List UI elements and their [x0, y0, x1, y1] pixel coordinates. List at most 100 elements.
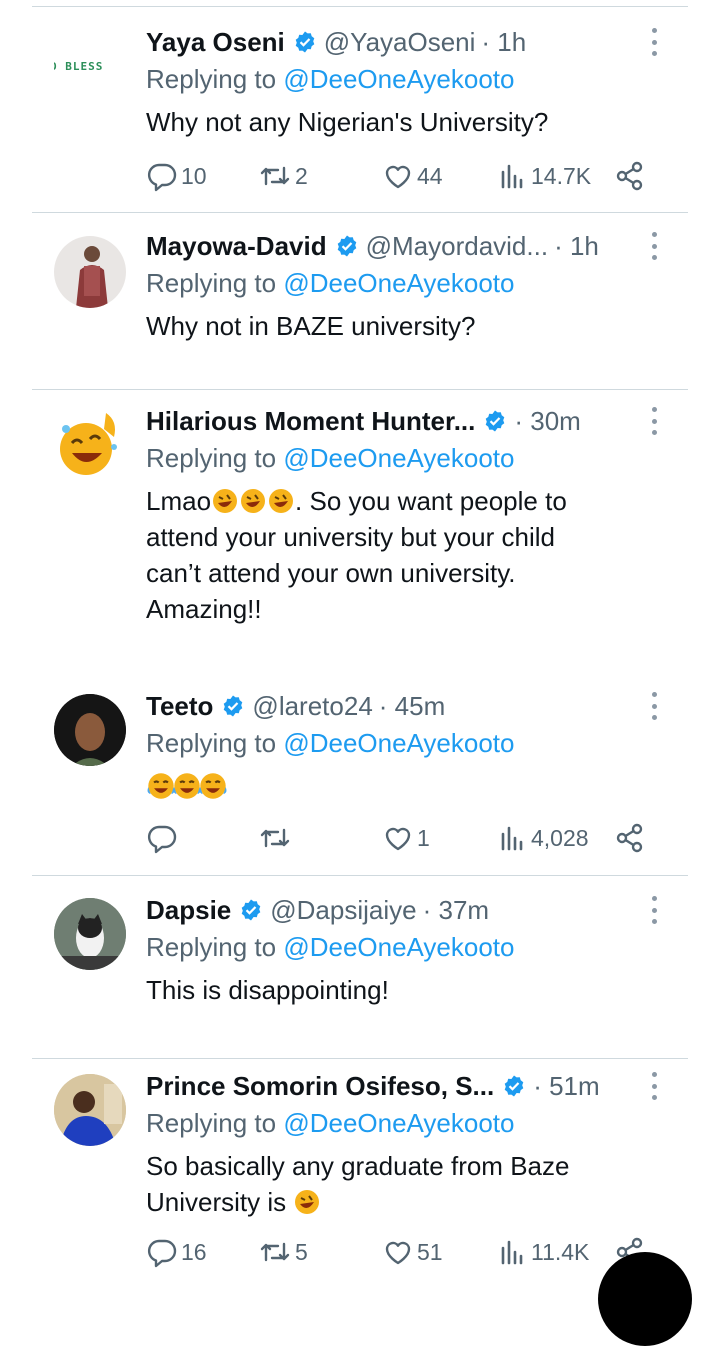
avatar[interactable] — [54, 1074, 126, 1146]
reply-icon — [147, 825, 177, 854]
avatar[interactable] — [54, 236, 126, 308]
like-button[interactable]: 44 — [382, 158, 443, 194]
views-icon — [501, 826, 523, 851]
repost-count: 2 — [295, 162, 308, 189]
author-handle[interactable]: @Dapsijaiye — [270, 895, 416, 926]
reply-icon — [147, 163, 177, 192]
repost-button[interactable]: 5 — [258, 1234, 308, 1270]
tweet-dapsie[interactable]: Dapsie @Dapsijaiye · 37m Replying to @De… — [0, 892, 720, 1058]
more-options-icon[interactable] — [646, 28, 662, 56]
views-icon — [501, 1240, 523, 1265]
author-handle[interactable]: @Mayordavid... — [366, 231, 548, 262]
share-button[interactable] — [614, 158, 646, 194]
tweet-text — [146, 770, 626, 806]
reply-count: 10 — [181, 162, 207, 189]
mention-link[interactable]: @DeeOneAyekooto — [283, 268, 514, 298]
repost-button[interactable] — [258, 820, 292, 856]
repost-icon — [260, 166, 290, 186]
avatar[interactable]: D BLESS — [54, 32, 126, 104]
top-divider — [32, 6, 688, 7]
avatar-logo-text: D BLESS — [54, 60, 104, 73]
author-name[interactable]: Dapsie — [146, 895, 231, 926]
reply-button[interactable]: 10 — [146, 158, 207, 194]
tweet-prince-somorin-osifeso[interactable]: Prince Somorin Osifeso, S... · 51m Reply… — [0, 1068, 720, 1286]
share-icon — [616, 823, 643, 853]
timestamp[interactable]: · 37m — [423, 895, 489, 926]
view-count: 11.4K — [531, 1238, 590, 1265]
timestamp[interactable]: · 30m — [514, 406, 580, 437]
verified-badge-icon — [504, 1075, 524, 1097]
author-handle[interactable]: @YayaOseni — [324, 27, 476, 58]
like-icon — [385, 165, 411, 189]
mention-link[interactable]: @DeeOneAyekooto — [283, 1108, 514, 1138]
tweet-yaya-oseni[interactable]: D BLESS Yaya Oseni @YayaOseni · 1h Reply… — [0, 24, 720, 214]
tweet-text: Why not any Nigerian's University? — [146, 107, 549, 137]
more-options-icon[interactable] — [646, 692, 662, 720]
timestamp[interactable]: · 1h — [554, 231, 599, 262]
share-button[interactable] — [614, 820, 646, 856]
mention-link[interactable]: @DeeOneAyekooto — [283, 728, 514, 758]
repost-icon — [260, 1242, 290, 1262]
divider — [32, 1058, 688, 1059]
more-options-icon[interactable] — [646, 896, 662, 924]
tears-of-joy-emoji — [199, 773, 227, 799]
tweet-mayowa-david[interactable]: Mayowa-David @Mayordavid... · 1h Replyin… — [0, 228, 720, 388]
timestamp[interactable]: · 51m — [533, 1071, 599, 1102]
verified-badge-icon — [486, 410, 505, 432]
rolling-laughing-emoji — [295, 1190, 320, 1214]
floating-action-button[interactable] — [598, 1252, 692, 1346]
repost-count: 5 — [295, 1238, 308, 1265]
tweet-teeto[interactable]: Teeto @lareto24 · 45m Replying to @DeeOn… — [0, 688, 720, 874]
verified-badge-icon — [241, 899, 261, 921]
more-options-icon[interactable] — [646, 232, 662, 260]
action-bar: 16 5 51 11.4K — [146, 1234, 656, 1270]
verified-badge-icon — [337, 235, 356, 257]
avatar[interactable] — [54, 694, 126, 766]
mention-link[interactable]: @DeeOneAyekooto — [283, 64, 514, 94]
replying-to: Replying to @DeeOneAyekooto — [146, 1108, 515, 1138]
views-icon — [501, 164, 523, 189]
share-icon — [616, 161, 643, 191]
more-options-icon[interactable] — [646, 407, 662, 435]
author-name[interactable]: Yaya Oseni — [146, 27, 285, 58]
like-count: 51 — [417, 1238, 443, 1265]
rolling-laughing-emoji — [213, 489, 238, 513]
verified-badge-icon — [224, 695, 243, 717]
replying-to: Replying to @DeeOneAyekooto — [146, 728, 515, 758]
tweet-text: So basically any graduate from Baze Univ… — [146, 1151, 570, 1217]
mention-link[interactable]: @DeeOneAyekooto — [283, 443, 514, 473]
view-count: 14.7K — [531, 162, 592, 189]
views-button[interactable]: 11.4K — [498, 1234, 589, 1270]
author-name[interactable]: Mayowa-David — [146, 231, 327, 262]
reply-button[interactable] — [146, 820, 178, 856]
action-bar: 10 2 44 14.7K — [146, 158, 656, 194]
reply-icon — [147, 1239, 177, 1268]
author-name[interactable]: Teeto — [146, 691, 213, 722]
like-button[interactable]: 1 — [382, 820, 430, 856]
like-count: 44 — [417, 162, 443, 189]
divider — [32, 212, 688, 213]
author-handle[interactable]: @lareto24 — [252, 691, 372, 722]
rolling-laughing-emoji — [269, 489, 294, 513]
replying-to: Replying to @DeeOneAyekooto — [146, 64, 515, 94]
tweet-hilarious-moment-hunter[interactable]: Hilarious Moment Hunter... · 30m Replyin… — [0, 403, 720, 673]
views-button[interactable]: 4,028 — [498, 820, 589, 856]
author-name[interactable]: Prince Somorin Osifeso, S... — [146, 1071, 494, 1102]
timestamp[interactable]: · 45m — [379, 691, 445, 722]
like-button[interactable]: 51 — [382, 1234, 443, 1270]
author-name[interactable]: Hilarious Moment Hunter... — [146, 406, 475, 437]
replying-to: Replying to @DeeOneAyekooto — [146, 268, 515, 298]
views-button[interactable]: 14.7K — [498, 158, 591, 194]
avatar[interactable] — [54, 898, 126, 970]
avatar[interactable] — [54, 407, 126, 479]
like-icon — [385, 827, 411, 851]
action-bar: 1 4,028 — [146, 820, 656, 856]
verified-badge-icon — [295, 31, 315, 53]
repost-button[interactable]: 2 — [258, 158, 308, 194]
tweet-text: This is disappointing! — [146, 975, 389, 1005]
reply-button[interactable]: 16 — [146, 1234, 207, 1270]
more-options-icon[interactable] — [646, 1072, 662, 1100]
timestamp[interactable]: · 1h — [481, 27, 526, 58]
repost-icon — [260, 828, 290, 848]
mention-link[interactable]: @DeeOneAyekooto — [283, 932, 514, 962]
